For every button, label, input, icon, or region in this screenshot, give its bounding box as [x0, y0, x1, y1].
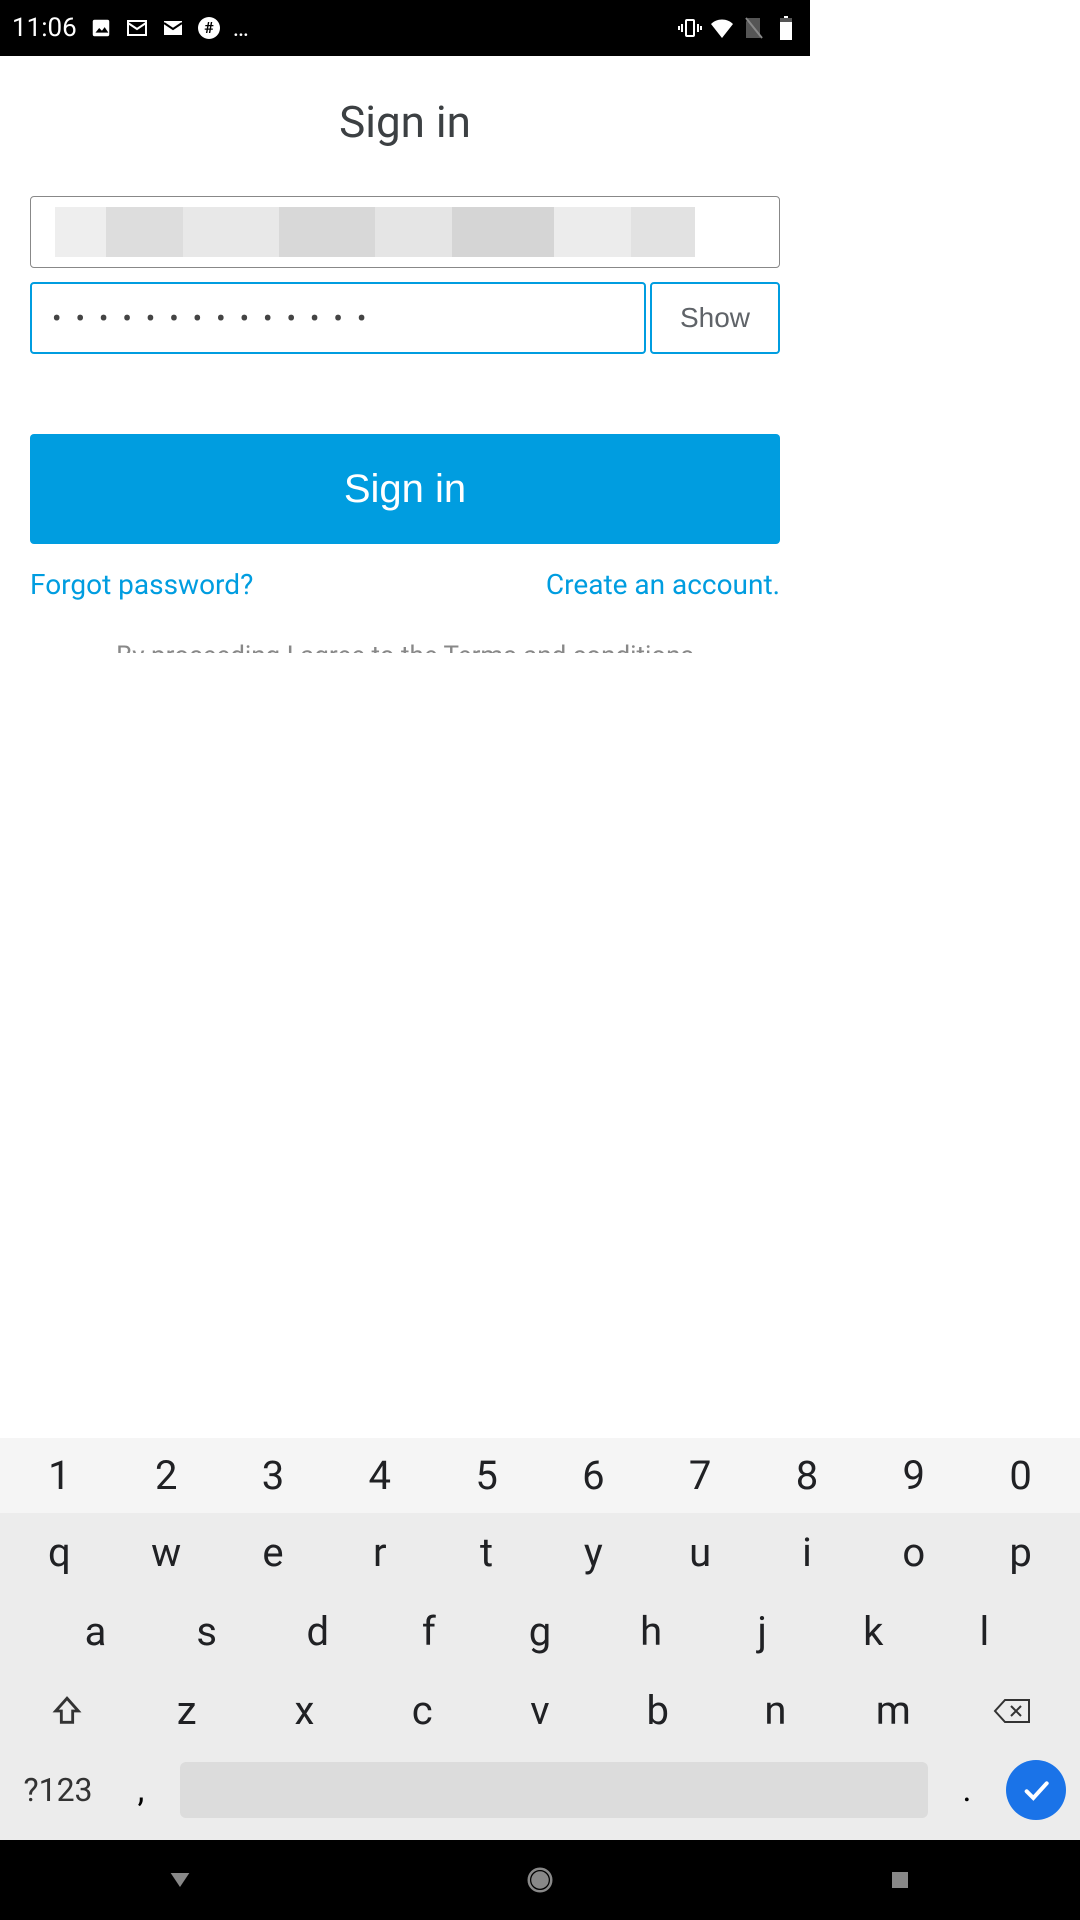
status-left: 11:06 # … — [12, 13, 251, 43]
key-d[interactable]: d — [288, 1608, 348, 1655]
key-i[interactable]: i — [777, 1529, 837, 1576]
keyboard-bottom-row: ?123 , . — [0, 1750, 1080, 1840]
key-r[interactable]: r — [350, 1529, 410, 1576]
key-q[interactable]: q — [29, 1529, 89, 1576]
key-z[interactable]: z — [157, 1687, 217, 1734]
status-overflow-icon: … — [233, 14, 251, 42]
terms-text: By proceeding I agree to the Terms and c… — [30, 641, 780, 653]
keyboard-number-row: 1 2 3 4 5 6 7 8 9 0 — [0, 1438, 1080, 1513]
key-p[interactable]: p — [991, 1529, 1051, 1576]
key-y[interactable]: y — [563, 1529, 623, 1576]
nav-recent-icon[interactable] — [882, 1862, 918, 1898]
key-f[interactable]: f — [399, 1608, 459, 1655]
period-key[interactable]: . — [942, 1770, 992, 1810]
vibrate-icon — [678, 16, 702, 40]
signin-button-label: Sign in — [344, 467, 466, 511]
show-password-button[interactable]: Show — [650, 282, 780, 354]
key-u[interactable]: u — [670, 1529, 730, 1576]
password-masked-value: •••••••••••••• — [52, 302, 380, 335]
forgot-password-link[interactable]: Forgot password? — [30, 568, 253, 601]
password-row: •••••••••••••• Show — [30, 282, 780, 354]
key-6[interactable]: 6 — [563, 1452, 623, 1499]
key-3[interactable]: 3 — [243, 1452, 303, 1499]
show-label: Show — [680, 302, 750, 334]
shift-key[interactable] — [35, 1687, 99, 1734]
key-v[interactable]: v — [510, 1687, 570, 1734]
key-a[interactable]: a — [66, 1608, 126, 1655]
links-row: Forgot password? Create an account. — [30, 568, 780, 601]
key-1[interactable]: 1 — [29, 1452, 89, 1499]
key-k[interactable]: k — [843, 1608, 903, 1655]
key-g[interactable]: g — [510, 1608, 570, 1655]
keyboard-row-3: z x c v b n m — [0, 1671, 1080, 1750]
status-right — [678, 16, 798, 40]
key-o[interactable]: o — [884, 1529, 944, 1576]
signin-button[interactable]: Sign in — [30, 434, 780, 544]
mail-outline-icon — [125, 16, 149, 40]
key-s[interactable]: s — [177, 1608, 237, 1655]
key-5[interactable]: 5 — [457, 1452, 517, 1499]
key-2[interactable]: 2 — [136, 1452, 196, 1499]
key-0[interactable]: 0 — [991, 1452, 1051, 1499]
enter-key[interactable] — [1006, 1760, 1066, 1820]
key-j[interactable]: j — [732, 1608, 792, 1655]
key-t[interactable]: t — [457, 1529, 517, 1576]
status-time: 11:06 — [12, 13, 77, 43]
create-account-link[interactable]: Create an account. — [546, 568, 780, 601]
space-key[interactable] — [180, 1762, 928, 1818]
svg-text:#: # — [204, 18, 214, 37]
key-8[interactable]: 8 — [777, 1452, 837, 1499]
key-w[interactable]: w — [136, 1529, 196, 1576]
signin-form: Sign in •••••••••••••• Show Sign in Forg… — [0, 56, 810, 653]
username-row — [30, 196, 780, 268]
key-e[interactable]: e — [243, 1529, 303, 1576]
mail-icon — [161, 16, 185, 40]
soft-keyboard: 1 2 3 4 5 6 7 8 9 0 q w e r t y u i o p … — [0, 1438, 1080, 1840]
navigation-bar — [0, 1840, 1080, 1920]
keyboard-row-2: a s d f g h j k l — [0, 1592, 1080, 1671]
comma-key[interactable]: , — [116, 1770, 166, 1810]
key-h[interactable]: h — [621, 1608, 681, 1655]
key-c[interactable]: c — [392, 1687, 452, 1734]
key-n[interactable]: n — [745, 1687, 805, 1734]
no-sim-icon — [742, 16, 766, 40]
symbols-key[interactable]: ?123 — [14, 1771, 102, 1809]
nav-home-icon[interactable] — [522, 1862, 558, 1898]
battery-icon — [774, 16, 798, 40]
key-b[interactable]: b — [628, 1687, 688, 1734]
keyboard-row-1: q w e r t y u i o p — [0, 1513, 1080, 1592]
wifi-icon — [710, 16, 734, 40]
key-9[interactable]: 9 — [884, 1452, 944, 1499]
key-m[interactable]: m — [863, 1687, 923, 1734]
password-input[interactable]: •••••••••••••• — [30, 282, 646, 354]
backspace-key[interactable] — [981, 1687, 1045, 1734]
key-7[interactable]: 7 — [670, 1452, 730, 1499]
key-4[interactable]: 4 — [350, 1452, 410, 1499]
nav-back-icon[interactable] — [162, 1862, 198, 1898]
gallery-icon — [89, 16, 113, 40]
username-input[interactable] — [30, 196, 780, 268]
redacted-content — [55, 207, 695, 257]
status-bar: 11:06 # … — [0, 0, 810, 56]
key-l[interactable]: l — [954, 1608, 1014, 1655]
page-title: Sign in — [30, 96, 780, 148]
key-x[interactable]: x — [274, 1687, 334, 1734]
hash-icon: # — [197, 16, 221, 40]
